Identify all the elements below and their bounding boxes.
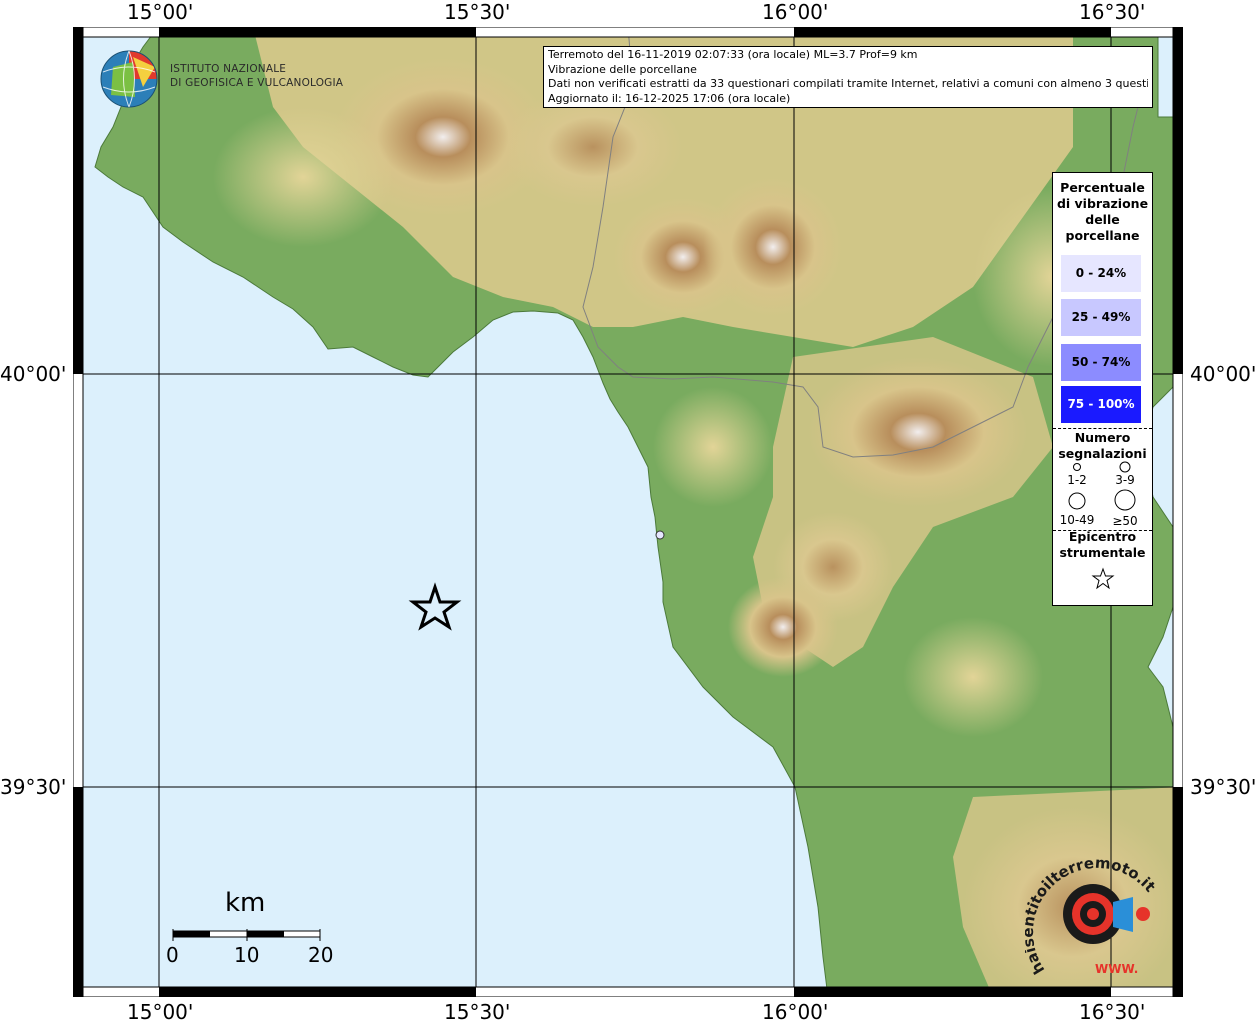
ingv-logo-line2: DI GEOFISICA E VULCANOLOGIA xyxy=(170,77,344,89)
event-info-line4: Aggiornato il: 16-12-2025 17:06 (ora loc… xyxy=(548,91,791,105)
event-info-box: Terremoto del 16-11-2019 02:07:33 (ora l… xyxy=(543,46,1153,108)
lat-tick-left-2: 39°30' xyxy=(0,775,67,799)
lat-tick-right-2: 39°30' xyxy=(1190,775,1255,799)
lon-tick-top-3: 16°00' xyxy=(762,0,829,24)
massif-6 xyxy=(728,577,838,677)
ingv-logo-text: ISTITUTO NAZIONALE DI GEOFISICA E VULCAN… xyxy=(170,62,343,90)
count-symbol-medium xyxy=(1119,461,1131,473)
scale-label-10: 10 xyxy=(234,943,260,967)
count-symbol-large xyxy=(1068,492,1086,510)
map-canvas[interactable] xyxy=(73,27,1183,997)
hill-1 xyxy=(213,107,393,247)
legend-count-4: ≥50 xyxy=(1112,514,1138,528)
count-symbol-xlarge xyxy=(1114,489,1136,511)
legend-epicenter-title-1: Epicentro xyxy=(1068,529,1137,544)
count-symbol-small xyxy=(1073,463,1081,471)
legend-epicenter-title-2: strumentale xyxy=(1059,545,1146,560)
ingv-logo-line1: ISTITUTO NAZIONALE xyxy=(170,63,287,75)
legend-count-3: 10-49 xyxy=(1059,513,1095,527)
lat-tick-left-1: 40°00' xyxy=(0,362,67,386)
legend-title-4: porcellane xyxy=(1065,228,1140,243)
lon-tick-bottom-2: 15°30' xyxy=(444,1000,511,1024)
hill-3 xyxy=(653,387,773,507)
scale-label-20: 20 xyxy=(308,943,334,967)
legend-title-2: di vibrazione xyxy=(1056,196,1149,211)
legend-range-0: 0 - 24% xyxy=(1061,255,1141,292)
event-info-line1: Terremoto del 16-11-2019 02:07:33 (ora l… xyxy=(548,48,918,61)
event-info-line3: Dati non verificati estratti da 33 quest… xyxy=(548,77,1148,90)
haisentito-logo-www: WWW. xyxy=(1095,962,1138,976)
legend-range-1: 25 - 49% xyxy=(1061,299,1141,336)
haisentito-logo-label: haisentitoilterremoto.it xyxy=(1025,855,1159,977)
lon-tick-top-1: 15°00' xyxy=(127,0,194,24)
lon-tick-top-4: 16°30' xyxy=(1079,0,1146,24)
legend-count-1: 1-2 xyxy=(1067,473,1087,487)
legend-range-3: 75 - 100% xyxy=(1061,386,1141,423)
lat-tick-right-1: 40°00' xyxy=(1190,362,1255,386)
scale-unit-label: km xyxy=(225,888,266,918)
town-marker[interactable] xyxy=(655,530,665,540)
lon-tick-top-2: 15°30' xyxy=(444,0,511,24)
legend-title-3: delle xyxy=(1085,212,1120,227)
legend-separator-1 xyxy=(1053,428,1152,429)
legend-count-symbols xyxy=(1068,461,1136,511)
ingv-logo-globe xyxy=(100,50,158,108)
legend-title-1: Percentuale xyxy=(1060,180,1145,195)
lon-tick-bottom-3: 16°00' xyxy=(762,1000,829,1024)
legend-box: Percentuale di vibrazione delle porcella… xyxy=(1052,172,1153,606)
legend-range-2: 50 - 74% xyxy=(1061,344,1141,381)
legend-count-title-1: Numero xyxy=(1074,430,1131,445)
haisentito-logo-text: haisentitoilterremoto.it WWW. xyxy=(1025,855,1159,977)
legend-count-2: 3-9 xyxy=(1115,473,1135,487)
lon-tick-bottom-1: 15°00' xyxy=(127,1000,194,1024)
hill-4 xyxy=(903,617,1043,737)
legend-epicenter-star-icon xyxy=(1091,567,1115,590)
massif-3 xyxy=(703,177,843,317)
svg-text:haisentitoilterremoto.it: haisentitoilterremoto.it xyxy=(1025,855,1159,977)
massif-4 xyxy=(808,357,1028,507)
lon-tick-bottom-4: 16°30' xyxy=(1079,1000,1146,1024)
scale-label-0: 0 xyxy=(166,943,179,967)
event-info-line2: Vibrazione delle porcellane xyxy=(548,62,697,76)
